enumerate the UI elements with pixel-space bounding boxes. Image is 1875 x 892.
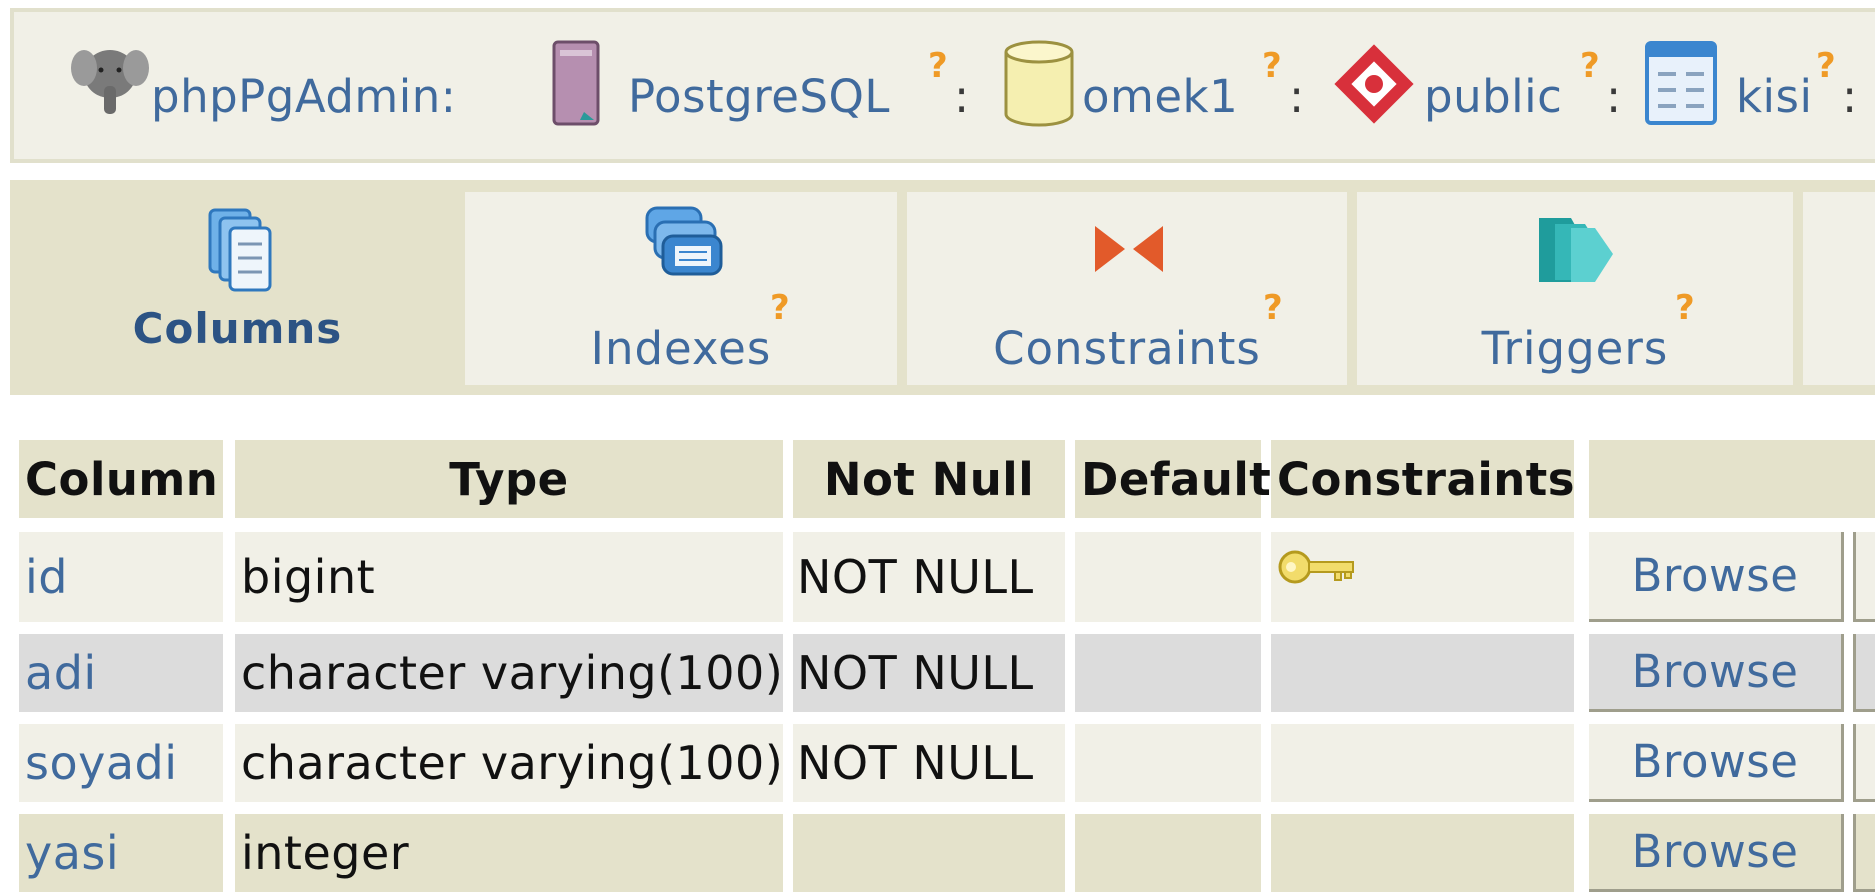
cell-type: character varying(100) [235, 724, 783, 802]
action-button[interactable] [1853, 724, 1875, 802]
tab-constraints[interactable]: Constraints ? [907, 192, 1347, 385]
help-icon[interactable]: ? [1816, 46, 1836, 86]
cell-default [1075, 532, 1261, 622]
help-icon[interactable]: ? [1262, 46, 1282, 86]
cell-constraints [1271, 724, 1574, 802]
cell-type: character varying(100) [235, 634, 783, 712]
database-icon [1004, 40, 1074, 127]
header-constraints: Constraints [1271, 440, 1575, 518]
header-actions [1589, 440, 1875, 518]
tab-columns[interactable]: Columns [10, 192, 465, 385]
tab-indexes[interactable]: Indexes ? [465, 192, 897, 385]
table-icon [1645, 41, 1717, 125]
separator: : [954, 70, 970, 123]
cell-constraints [1271, 532, 1574, 622]
tab-bar: Columns Indexes ? Constraints ? Triggers [10, 180, 1875, 395]
help-icon[interactable]: ? [770, 288, 790, 328]
cell-column-name[interactable]: adi [19, 634, 223, 712]
breadcrumb-label[interactable]: kisi [1736, 70, 1813, 123]
cell-column-name[interactable]: yasi [19, 814, 223, 892]
breadcrumb-schema[interactable]: public ? : [1332, 40, 1642, 140]
cell-not-null: NOT NULL [793, 532, 1065, 622]
breadcrumb-phppgadmin[interactable]: phpPgAdmin: [70, 40, 456, 140]
cell-constraints [1271, 634, 1574, 712]
cell-column-name[interactable]: soyadi [19, 724, 223, 802]
tab-label[interactable]: Triggers [1357, 322, 1793, 375]
browse-button[interactable]: Browse [1589, 724, 1844, 802]
browse-button[interactable]: Browse [1589, 634, 1844, 712]
breadcrumb-database[interactable]: omek1 ? : [1002, 40, 1312, 140]
cell-default [1075, 814, 1261, 892]
breadcrumb-server[interactable]: PostgreSQL ? : [550, 40, 970, 140]
schema-icon [1334, 44, 1414, 124]
header-column: Column [19, 440, 223, 518]
separator: : [1842, 70, 1858, 123]
elephant-icon [71, 50, 149, 114]
cell-constraints [1271, 814, 1574, 892]
cell-not-null [793, 814, 1065, 892]
tab-label[interactable]: Indexes [465, 322, 897, 375]
cell-not-null: NOT NULL [793, 724, 1065, 802]
breadcrumb-table[interactable]: kisi ? : [1644, 40, 1875, 140]
cell-not-null: NOT NULL [793, 634, 1065, 712]
cell-type: integer [235, 814, 783, 892]
cell-default [1075, 634, 1261, 712]
header-default: Default [1075, 440, 1271, 518]
help-icon[interactable]: ? [928, 46, 948, 86]
primary-key-icon [1278, 550, 1354, 584]
header-type: Type [235, 440, 783, 518]
tab-more[interactable] [1803, 192, 1875, 385]
tab-triggers[interactable]: Triggers ? [1357, 192, 1793, 385]
server-icon [552, 40, 600, 126]
action-button[interactable] [1853, 634, 1875, 712]
action-button[interactable] [1853, 814, 1875, 892]
header-not-null: Not Null [793, 440, 1065, 518]
browse-button[interactable]: Browse [1589, 814, 1844, 892]
breadcrumb-label[interactable]: omek1 [1082, 70, 1238, 123]
breadcrumb-label[interactable]: PostgreSQL [628, 70, 890, 123]
triggers-icon [1539, 218, 1613, 282]
constraints-icon [1095, 226, 1163, 272]
help-icon[interactable]: ? [1263, 288, 1283, 328]
columns-icon [208, 208, 272, 292]
separator: : [1289, 70, 1305, 123]
breadcrumb-label[interactable]: public [1424, 70, 1562, 123]
separator: : [1606, 70, 1622, 123]
breadcrumb-label[interactable]: phpPgAdmin: [151, 70, 456, 123]
cell-type: bigint [235, 532, 783, 622]
action-button[interactable] [1853, 532, 1875, 622]
cell-column-name[interactable]: id [19, 532, 223, 622]
help-icon[interactable]: ? [1580, 46, 1600, 86]
breadcrumb: phpPgAdmin: PostgreSQL ? : omek1 ? : pub… [10, 8, 1875, 163]
cell-default [1075, 724, 1261, 802]
tab-label[interactable]: Constraints [907, 322, 1347, 375]
help-icon[interactable]: ? [1675, 288, 1695, 328]
tab-label[interactable]: Columns [10, 304, 465, 353]
indexes-icon [645, 206, 723, 276]
browse-button[interactable]: Browse [1589, 532, 1844, 622]
